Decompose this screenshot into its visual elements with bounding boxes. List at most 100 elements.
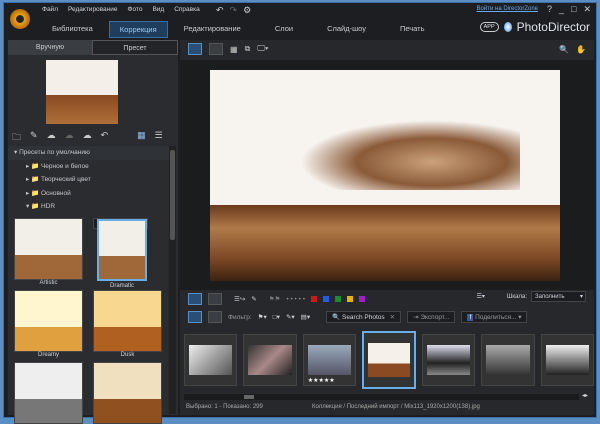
grid-icon[interactable]: ▦ bbox=[230, 45, 238, 54]
list-view-icon[interactable]: ☰ bbox=[155, 130, 163, 146]
photo-viewer bbox=[180, 60, 594, 290]
filmstrip-thumb[interactable] bbox=[481, 334, 535, 386]
filmstrip-toolbar: Фильтр: ⚑▾ □▾ ✎▾ ▤▾ 🔍 Search Photos ✕ ⇥ Экс… bbox=[180, 309, 594, 325]
clear-search-icon: ✕ bbox=[389, 314, 396, 321]
cloud-download-icon[interactable]: ☁ bbox=[47, 130, 56, 146]
scale-label: Шкала: bbox=[506, 293, 527, 300]
preset-dreamy[interactable]: Dreamy bbox=[14, 290, 83, 358]
help-icon[interactable]: ? bbox=[547, 4, 552, 15]
main-photo bbox=[210, 70, 560, 281]
tab-library[interactable]: Библиотека bbox=[42, 21, 103, 38]
menu-help[interactable]: Справка bbox=[174, 6, 200, 13]
tree-item[interactable]: ▾ 📁 HDR bbox=[8, 200, 170, 214]
tab-layers[interactable]: Слои bbox=[265, 21, 303, 38]
app-window: Файл Редактирование Фото Вид Справка ↶ ↷ ⚙… bbox=[3, 2, 597, 424]
single-compare-icon[interactable] bbox=[188, 293, 202, 305]
tab-manual[interactable]: Вручную bbox=[8, 40, 92, 55]
file-path: Коллекция / Последний импорт / Mix113_19… bbox=[312, 404, 480, 410]
preset-item[interactable] bbox=[93, 362, 162, 424]
doc-filter-icon[interactable]: ▤▾ bbox=[301, 313, 310, 321]
list-view-icon[interactable] bbox=[208, 311, 222, 323]
tab-slideshow[interactable]: Слайд-шоу bbox=[317, 21, 376, 38]
tree-item[interactable]: ▸ 📁 Основной bbox=[8, 187, 170, 201]
close-icon[interactable]: ✕ bbox=[583, 4, 591, 15]
flag-icon[interactable]: ⚑⚑ bbox=[269, 295, 281, 303]
preset-grid: Artistic Dramatic Dreamy Dusk bbox=[14, 218, 162, 424]
rating-stars: ★★★★★ bbox=[307, 378, 335, 384]
import-preset-icon[interactable]: 🗀 bbox=[12, 130, 21, 146]
filmstrip-scrollbar[interactable] bbox=[184, 394, 579, 400]
menu-photo[interactable]: Фото bbox=[128, 6, 143, 13]
search-input[interactable]: 🔍 Search Photos ✕ bbox=[326, 311, 402, 323]
cloud-upload-icon[interactable]: ☁ bbox=[83, 130, 92, 146]
compare-icon[interactable]: ⧉ bbox=[245, 44, 251, 54]
monitor-icon[interactable]: 🖵▾ bbox=[257, 44, 268, 54]
edit-meta-icon[interactable]: ✎ bbox=[251, 295, 256, 303]
label-filter-icon[interactable]: □▾ bbox=[273, 313, 280, 321]
pan-hand-icon[interactable]: ✋ bbox=[576, 45, 586, 54]
scroll-arrows-icon[interactable]: ◂▸ bbox=[582, 392, 588, 399]
color-label-yellow[interactable] bbox=[347, 296, 353, 302]
filmstrip-thumb[interactable] bbox=[184, 334, 238, 386]
app-button[interactable]: APP bbox=[479, 22, 499, 32]
menu-edit[interactable]: Редактирование bbox=[68, 6, 118, 13]
zoom-icon[interactable]: 🔍 bbox=[559, 45, 569, 54]
cloud-icon[interactable]: ☁ bbox=[65, 130, 74, 146]
sort-icon[interactable]: ☰↪ bbox=[234, 295, 245, 303]
selection-status: Выбрано: 1 - Показано: 299 bbox=[186, 404, 263, 410]
settings-icon[interactable]: ⚙ bbox=[243, 5, 251, 16]
tab-edit[interactable]: Редактирование bbox=[174, 21, 251, 38]
brush-filter-icon[interactable]: ✎▾ bbox=[286, 313, 295, 321]
grid-view-icon[interactable]: ▦ bbox=[137, 130, 146, 146]
color-label-blue[interactable] bbox=[323, 296, 329, 302]
filmstrip-thumb[interactable]: ★★★★★ bbox=[302, 334, 357, 386]
color-label-red[interactable] bbox=[311, 296, 317, 302]
fit-view-icon[interactable] bbox=[209, 43, 223, 55]
view-toolbar: ▦ ⧉ 🖵▾ 🔍 ✋ bbox=[180, 40, 594, 58]
tree-root[interactable]: ▾ Пресеты по умолчанию bbox=[8, 146, 170, 160]
maximize-icon[interactable]: □ bbox=[571, 4, 576, 15]
preset-preview-image bbox=[46, 60, 118, 124]
tab-preset[interactable]: Пресет bbox=[92, 40, 178, 55]
color-label-green[interactable] bbox=[335, 296, 341, 302]
flag-filter-icon[interactable]: ⚑▾ bbox=[258, 313, 267, 321]
filmstrip-thumb-selected[interactable] bbox=[362, 331, 416, 389]
side-by-side-icon[interactable] bbox=[208, 293, 222, 305]
share-button[interactable]: f Поделиться... ▾ bbox=[461, 311, 528, 323]
menu-view[interactable]: Вид bbox=[152, 6, 164, 13]
rating-dots[interactable]: • • • • • bbox=[286, 296, 305, 303]
filmstrip-view-icon[interactable] bbox=[188, 311, 202, 323]
preset-artistic[interactable]: Artistic bbox=[14, 218, 83, 286]
tree-item[interactable]: ▸ 📁 Творческий цвет bbox=[8, 173, 170, 187]
menu-file[interactable]: Файл bbox=[42, 6, 58, 13]
preset-dusk[interactable]: Dusk bbox=[93, 290, 162, 358]
tab-print[interactable]: Печать bbox=[390, 21, 435, 38]
sort-menu-icon[interactable]: ☰▾ bbox=[477, 293, 485, 300]
menu-bar: Файл Редактирование Фото Вид Справка bbox=[42, 6, 200, 13]
preset-tree: ▾ Пресеты по умолчанию ▸ 📁 Черное и бело… bbox=[8, 146, 170, 214]
undo-icon[interactable]: ↶ bbox=[216, 5, 224, 16]
color-label-purple[interactable] bbox=[359, 296, 365, 302]
brush-icon[interactable]: ✎ bbox=[30, 130, 38, 146]
preset-item[interactable] bbox=[14, 362, 83, 424]
reset-icon[interactable]: ↶ bbox=[101, 130, 109, 146]
filmstrip-thumb[interactable] bbox=[243, 334, 297, 386]
minimize-icon[interactable]: _ bbox=[559, 4, 564, 15]
tree-item[interactable]: ▸ 📁 Черное и белое bbox=[8, 160, 170, 174]
tab-adjustment[interactable]: Коррекция bbox=[108, 21, 168, 38]
single-view-icon[interactable] bbox=[188, 43, 202, 55]
filter-label: Фильтр: bbox=[228, 313, 252, 321]
preset-scrollbar[interactable] bbox=[169, 146, 176, 414]
brand-name: PhotoDirector bbox=[516, 20, 590, 34]
redo-icon[interactable]: ↷ bbox=[230, 5, 238, 16]
directorzone-login-link[interactable]: Войти на DirectorZone bbox=[477, 6, 538, 12]
filmstrip-thumb[interactable] bbox=[540, 334, 595, 386]
facebook-icon: f bbox=[467, 314, 474, 321]
right-panel: ▦ ⧉ 🖵▾ 🔍 ✋ ☰↪ ✎ ⚑⚑ • • • • • ☰▾ Шкала: Заполнит… bbox=[180, 40, 595, 415]
export-button[interactable]: ⇥ Экспорт... bbox=[407, 311, 456, 323]
main-tabs: Библиотека Коррекция Редактирование Слои… bbox=[42, 21, 441, 38]
filmstrip-thumb[interactable] bbox=[421, 334, 476, 386]
left-panel: Вручную Пресет 🗀 ✎ ☁ ☁ ☁ ↶ ▦ ☰ ▾ Пресеты по ум… bbox=[8, 40, 178, 424]
scale-select[interactable]: Заполнить ▾ bbox=[531, 291, 586, 302]
preset-dramatic[interactable]: Dramatic bbox=[93, 218, 148, 289]
